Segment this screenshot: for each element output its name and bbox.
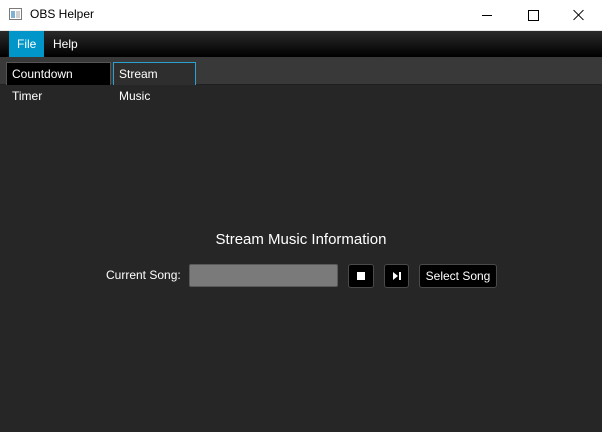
current-song-label: Current Song: [106,268,181,282]
minimize-icon [482,14,492,16]
title-bar: OBS Helper [0,0,602,31]
maximize-button[interactable] [510,0,556,30]
menu-bar: File Help [0,31,602,57]
skip-next-button[interactable] [384,264,409,288]
app-icon [9,8,22,20]
stop-icon [357,272,365,280]
window-title: OBS Helper [30,7,95,21]
select-song-button[interactable]: Select Song [419,264,497,288]
page-title: Stream Music Information [215,231,387,248]
close-icon [573,9,585,21]
menu-file[interactable]: File [9,31,45,57]
menu-help[interactable]: Help [45,31,86,57]
maximize-icon [527,9,539,21]
current-song-field[interactable] [189,264,338,287]
stop-button[interactable] [348,264,374,288]
skip-next-icon [392,272,401,280]
tab-countdown-timer[interactable]: Countdown Timer [6,62,111,103]
close-button[interactable] [556,0,602,30]
tab-strip: Countdown Timer Stream Music [0,57,602,103]
minimize-button[interactable] [464,0,510,30]
tab-stream-music[interactable]: Stream Music [113,62,196,103]
